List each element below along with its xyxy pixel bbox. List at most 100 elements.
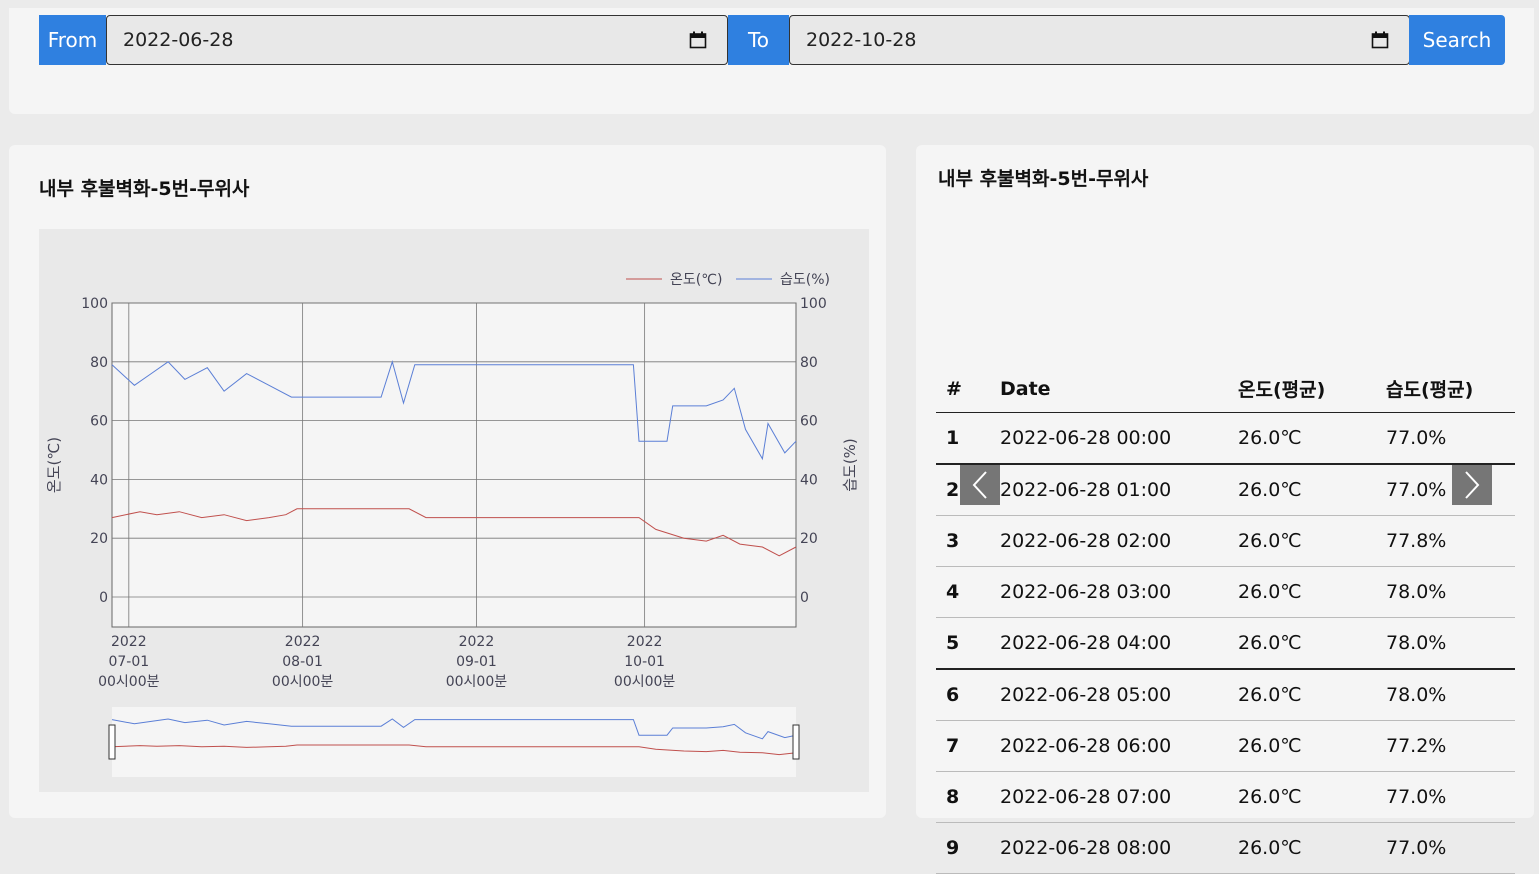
cell-index: 4	[936, 566, 990, 618]
next-button[interactable]	[1452, 465, 1492, 505]
plot-area	[111, 302, 797, 628]
cell-date: 2022-06-28 02:00	[990, 515, 1228, 567]
cell-humidity: 78.0%	[1376, 669, 1515, 721]
cell-humidity: 77.8%	[1376, 515, 1515, 567]
y-tick-label-left: 0	[99, 590, 108, 606]
x-tick-label: 2022	[111, 634, 147, 650]
col-header-humidity: 습도(평균)	[1376, 365, 1515, 413]
cell-index: 3	[936, 515, 990, 567]
col-header-date: Date	[990, 365, 1228, 413]
navigator-handle-left[interactable]	[108, 724, 116, 760]
cell-index: 1	[936, 412, 990, 465]
x-tick-label: 2022	[285, 634, 321, 650]
cell-date: 2022-06-28 05:00	[990, 669, 1228, 721]
navigator-area	[112, 707, 796, 777]
x-tick-label: 2022	[627, 634, 663, 650]
to-date-input[interactable]: 2022-10-28	[789, 15, 1410, 65]
from-label: From	[39, 15, 106, 65]
cell-date: 2022-06-28 03:00	[990, 566, 1228, 618]
cell-temperature: 26.0℃	[1228, 515, 1376, 567]
cell-humidity: 77.2%	[1376, 720, 1515, 772]
cell-temperature: 26.0℃	[1228, 822, 1376, 874]
y-tick-label-left: 40	[90, 472, 108, 488]
cell-date: 2022-06-28 07:00	[990, 771, 1228, 823]
cell-temperature: 26.0℃	[1228, 412, 1376, 465]
y-tick-label-right: 80	[800, 355, 818, 371]
y-tick-label-right: 40	[800, 472, 818, 488]
chart-area: 0 0 20 20 40 40 60 60 80 80 100 100 2022 07-01 00시00분 2…	[39, 229, 869, 792]
cell-humidity: 77.0%	[1376, 412, 1515, 465]
cell-index: 9	[936, 822, 990, 874]
chart-card: 내부 후불벽화-5번-무위사 0 0 20 20 40 40 60 60 80 80 100 100 2…	[9, 145, 886, 818]
x-tick-label: 00시00분	[98, 674, 160, 690]
x-tick-label: 07-01	[108, 654, 149, 670]
calendar-icon[interactable]	[1371, 31, 1389, 49]
search-button[interactable]: Search	[1409, 15, 1505, 65]
x-tick-label: 00시00분	[272, 674, 334, 690]
chart-card-title: 내부 후불벽화-5번-무위사	[39, 178, 250, 200]
y-tick-label-right: 20	[800, 531, 818, 547]
table-card: 내부 후불벽화-5번-무위사 # Date 온도(평균) 습도(평균) 1 202…	[916, 145, 1534, 874]
calendar-icon[interactable]	[689, 31, 707, 49]
y-axis-label-right: 습도(%)	[841, 438, 859, 492]
legend-label: 습도(%)	[780, 272, 830, 288]
chevron-left-icon	[972, 471, 987, 499]
y-tick-label-left: 100	[81, 296, 108, 312]
x-tick-label: 00시00분	[614, 674, 676, 690]
table-row: 4 2022-06-28 03:00 26.0℃ 78.0%	[936, 566, 1515, 618]
data-table: # Date 온도(평균) 습도(평균) 1 2022-06-28 00:00 26…	[936, 365, 1515, 874]
table-card-title: 내부 후불벽화-5번-무위사	[938, 168, 1149, 190]
cell-index: 7	[936, 720, 990, 772]
cell-humidity: 78.0%	[1376, 617, 1515, 670]
x-tick-label: 00시00분	[446, 674, 508, 690]
cell-humidity: 78.0%	[1376, 566, 1515, 618]
cell-index: 5	[936, 617, 990, 670]
y-axis-label-left: 온도(℃)	[45, 437, 63, 493]
table-row: 9 2022-06-28 08:00 26.0℃ 77.0%	[936, 822, 1515, 874]
cell-index: 6	[936, 669, 990, 721]
table-row: 7 2022-06-28 06:00 26.0℃ 77.2%	[936, 720, 1515, 772]
table-row: 2 2022-06-28 01:00 26.0℃ 77.0%	[936, 464, 1515, 516]
x-tick-label: 2022	[459, 634, 495, 650]
legend-label: 온도(℃)	[670, 272, 722, 288]
cell-date: 2022-06-28 08:00	[990, 822, 1228, 874]
cell-humidity: 77.0%	[1376, 464, 1515, 516]
y-tick-label-right: 0	[800, 590, 809, 606]
table-row: 5 2022-06-28 04:00 26.0℃ 78.0%	[936, 617, 1515, 670]
col-header-temperature: 온도(평균)	[1228, 365, 1376, 413]
cell-index: 8	[936, 771, 990, 823]
cell-date: 2022-06-28 06:00	[990, 720, 1228, 772]
cell-temperature: 26.0℃	[1228, 617, 1376, 670]
chevron-right-icon	[1465, 471, 1480, 499]
cell-temperature: 26.0℃	[1228, 720, 1376, 772]
prev-button[interactable]	[960, 465, 1000, 505]
navigator-handle-right[interactable]	[792, 724, 800, 760]
col-header-index: #	[936, 365, 990, 413]
to-date-value: 2022-10-28	[806, 29, 917, 51]
from-date-value: 2022-06-28	[123, 29, 234, 51]
line-chart[interactable]: 0 0 20 20 40 40 60 60 80 80 100 100 2022 07-01 00시00분 2…	[39, 229, 869, 792]
cell-humidity: 77.0%	[1376, 771, 1515, 823]
cell-date: 2022-06-28 01:00	[990, 464, 1228, 516]
to-label: To	[728, 15, 789, 65]
cell-temperature: 26.0℃	[1228, 771, 1376, 823]
table-row: 3 2022-06-28 02:00 26.0℃ 77.8%	[936, 515, 1515, 567]
y-tick-label-right: 100	[800, 296, 827, 312]
y-tick-label-left: 60	[90, 414, 108, 430]
table-header-row: # Date 온도(평균) 습도(평균)	[936, 365, 1515, 413]
x-tick-label: 08-01	[282, 654, 323, 670]
y-tick-label-left: 20	[90, 531, 108, 547]
cell-temperature: 26.0℃	[1228, 669, 1376, 721]
y-tick-label-left: 80	[90, 355, 108, 371]
table-row: 8 2022-06-28 07:00 26.0℃ 77.0%	[936, 771, 1515, 823]
table-row: 6 2022-06-28 05:00 26.0℃ 78.0%	[936, 669, 1515, 721]
y-tick-label-right: 60	[800, 414, 818, 430]
cell-temperature: 26.0℃	[1228, 566, 1376, 618]
table-row: 1 2022-06-28 00:00 26.0℃ 77.0%	[936, 412, 1515, 465]
from-date-input[interactable]: 2022-06-28	[106, 15, 728, 65]
x-tick-label: 10-01	[624, 654, 665, 670]
cell-humidity: 77.0%	[1376, 822, 1515, 874]
cell-date: 2022-06-28 04:00	[990, 617, 1228, 670]
cell-date: 2022-06-28 00:00	[990, 412, 1228, 465]
cell-temperature: 26.0℃	[1228, 464, 1376, 516]
